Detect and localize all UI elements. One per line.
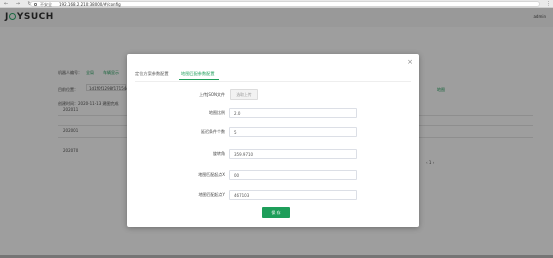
select-upload-button[interactable]: 选取上传 <box>230 89 258 100</box>
browser-menu-icon[interactable]: ⋮ <box>546 1 551 7</box>
map-scale-input[interactable] <box>229 108 357 118</box>
rotation-angle-input[interactable] <box>229 149 357 159</box>
tab-positioning-params[interactable]: 定位方案参数配置 <box>135 71 169 77</box>
url-text[interactable]: 192.168.2.210:38000/#/config <box>59 2 121 7</box>
delay-count-input[interactable] <box>229 127 357 137</box>
map-scale-label: 地图比例 <box>209 110 225 115</box>
origin-y-label: 地图匹配起点Y <box>198 192 225 197</box>
save-button[interactable]: 保 存 <box>262 207 290 218</box>
upload-json-label: 上传JSON文件 <box>199 92 225 97</box>
origin-y-input[interactable] <box>229 190 357 200</box>
address-bar[interactable]: 不安全 192.168.2.210:38000/#/config <box>30 1 540 7</box>
rotation-angle-label: 旋转角 <box>213 151 225 156</box>
delay-count-label: 延迟条件个数 <box>201 129 225 134</box>
origin-x-label: 地图匹配起点X <box>198 172 225 177</box>
map-config-dialog: × 定位方案参数配置 地图匹配参数配置 上传JSON文件 选取上传 地图比例 延… <box>127 54 419 227</box>
active-tab-indicator <box>179 79 219 80</box>
tabs-divider <box>135 81 411 82</box>
tab-map-matching-params[interactable]: 地图匹配参数配置 <box>181 71 215 77</box>
close-icon[interactable]: × <box>407 58 413 66</box>
origin-x-input[interactable] <box>229 170 357 180</box>
browser-toolbar: ← → ↻ 不安全 192.168.2.210:38000/#/config ⋮ <box>0 0 553 8</box>
lock-icon <box>34 3 37 6</box>
insecure-label: 不安全 <box>40 2 52 7</box>
